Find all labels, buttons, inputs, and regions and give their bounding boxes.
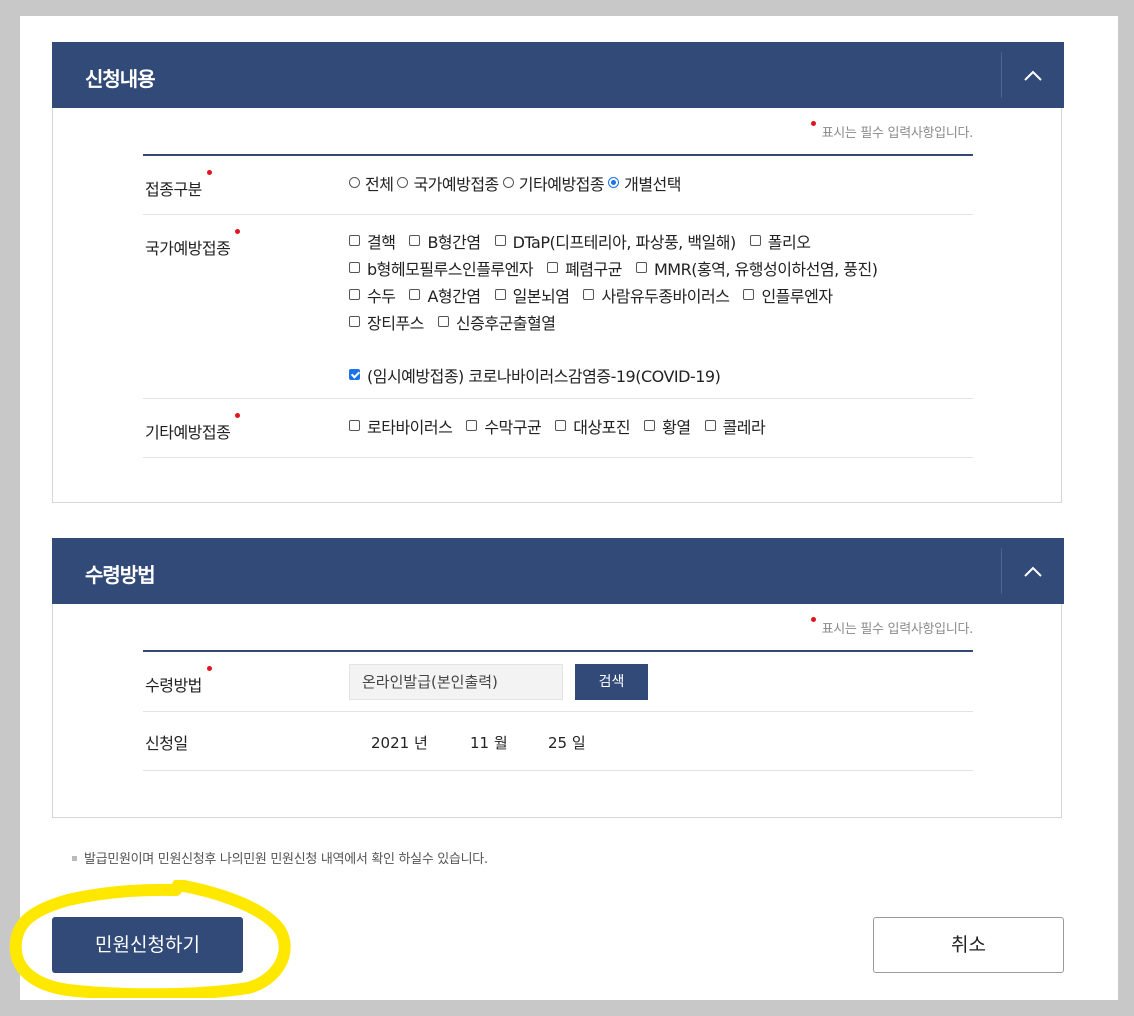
required-dot-icon — [810, 121, 816, 126]
page: 신청내용 표시는 필수 입력사항입니다. 접종구분 전체 국가예방접종 기타예방… — [20, 16, 1118, 1000]
checkbox-item[interactable]: 사람유두종바이러스 — [583, 283, 730, 307]
checkbox-item[interactable]: 인플루엔자 — [743, 283, 833, 307]
checkbox-item[interactable]: 콜레라 — [704, 414, 766, 438]
vaccination-type-row: 접종구분 전체 국가예방접종 기타예방접종 개별선택 — [143, 156, 973, 215]
radio-all[interactable]: 전체 — [349, 171, 394, 195]
radio-individual[interactable]: 개별선택 — [608, 171, 681, 195]
application-section: 신청내용 표시는 필수 입력사항입니다. 접종구분 전체 국가예방접종 기타예방… — [52, 42, 1064, 503]
checkbox-item[interactable]: 수막구균 — [466, 414, 542, 438]
chevron-up-icon — [1024, 566, 1042, 577]
checkbox-covid19[interactable]: (임시예방접종) 코로나바이러스감염증-19(COVID-19) — [349, 363, 721, 387]
national-vaccination-label: 국가예방접종 — [145, 229, 241, 259]
search-button[interactable]: 검색 — [575, 664, 648, 700]
other-vaccination-label: 기타예방접종 — [145, 413, 241, 443]
checkbox-item[interactable]: 황열 — [644, 414, 691, 438]
cancel-button[interactable]: 취소 — [873, 917, 1064, 973]
checkbox-item[interactable]: 로타바이러스 — [349, 414, 453, 438]
checkbox-item[interactable]: 신증후군출혈열 — [437, 310, 556, 334]
other-vaccination-row: 기타예방접종 로타바이러스 수막구균 대상포진 황열 콜레라 — [143, 399, 973, 458]
application-date-row: 신청일 2021 년 11 월 25 일 — [143, 712, 973, 771]
required-dot-icon — [206, 170, 212, 175]
section-title: 수령방법 — [85, 563, 156, 587]
checkbox-item[interactable]: 폐렴구균 — [547, 256, 622, 280]
notice-text: 발급민원이며 민원신청후 나의민원 민원신청 내역에서 확인 하실수 있습니다. — [72, 848, 488, 867]
date-year: 2021 년 — [371, 734, 428, 752]
checkbox-item[interactable]: B형간염 — [409, 229, 481, 253]
other-vaccination-checkboxes: 로타바이러스 수막구균 대상포진 황열 콜레라 — [349, 412, 771, 439]
checkbox-item[interactable]: 결핵 — [349, 229, 396, 253]
checkbox-item[interactable]: MMR(홍역, 유행성이하선염, 풍진) — [635, 256, 878, 280]
date-month: 11 월 — [470, 734, 508, 752]
receipt-method-label: 수령방법 — [145, 666, 212, 696]
receipt-section: 수령방법 표시는 필수 입력사항입니다. 수령방법 온라인발급(본인출력) 검색… — [52, 538, 1064, 818]
required-dot-icon — [235, 229, 241, 234]
date-day: 25 일 — [548, 734, 586, 752]
section-title: 신청내용 — [85, 67, 156, 91]
radio-national[interactable]: 국가예방접종 — [397, 171, 499, 195]
required-dot-icon — [206, 666, 212, 671]
submit-application-button[interactable]: 민원신청하기 — [52, 917, 243, 973]
checkbox-item[interactable]: 폴리오 — [749, 229, 811, 253]
vaccination-type-radios: 전체 국가예방접종 기타예방접종 개별선택 — [349, 169, 687, 196]
receipt-section-header: 수령방법 — [52, 538, 1064, 604]
vaccination-type-label: 접종구분 — [145, 170, 212, 200]
bullet-icon — [72, 855, 77, 861]
receipt-form-table: 수령방법 온라인발급(본인출력) 검색 신청일 2021 년 11 월 25 일 — [143, 650, 973, 771]
application-date-label: 신청일 — [145, 734, 188, 753]
radio-other[interactable]: 기타예방접종 — [502, 171, 605, 195]
collapse-button[interactable] — [1002, 538, 1064, 604]
required-note: 표시는 필수 입력사항입니다. — [810, 121, 973, 141]
application-form-table: 접종구분 전체 국가예방접종 기타예방접종 개별선택 국가예방접종 결핵 B형간… — [143, 154, 973, 458]
chevron-up-icon — [1024, 70, 1042, 81]
checkbox-item[interactable]: A형간염 — [409, 283, 481, 307]
receipt-method-row: 수령방법 온라인발급(본인출력) 검색 — [143, 652, 973, 712]
national-vaccination-row: 국가예방접종 결핵 B형간염 DTaP(디프테리아, 파상풍, 백일해) 폴리오… — [143, 215, 973, 399]
checkbox-item[interactable]: 수두 — [349, 283, 396, 307]
required-dot-icon — [235, 413, 241, 418]
national-vaccination-checkboxes: 결핵 B형간염 DTaP(디프테리아, 파상풍, 백일해) 폴리오 b형헤모필루… — [349, 227, 883, 388]
checkbox-item[interactable]: 일본뇌염 — [494, 283, 570, 307]
application-section-header: 신청내용 — [52, 42, 1064, 108]
required-dot-icon — [810, 617, 816, 622]
required-note: 표시는 필수 입력사항입니다. — [810, 617, 973, 637]
checkbox-item[interactable]: b형헤모필루스인플루엔자 — [349, 256, 534, 280]
checkbox-item[interactable]: 장티푸스 — [349, 310, 424, 334]
collapse-button[interactable] — [1002, 42, 1064, 108]
receipt-method-field[interactable]: 온라인발급(본인출력) — [349, 664, 563, 700]
checkbox-item[interactable]: 대상포진 — [555, 414, 631, 438]
checkbox-item[interactable]: DTaP(디프테리아, 파상풍, 백일해) — [494, 229, 736, 253]
